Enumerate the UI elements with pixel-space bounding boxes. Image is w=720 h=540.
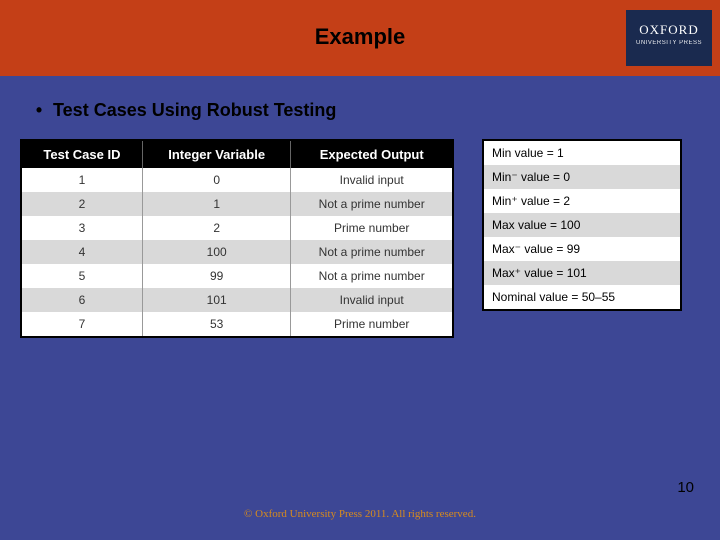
brand-name: OXFORD [626, 22, 712, 38]
bullet-icon: • [30, 100, 48, 121]
table-row: Min⁺ value = 2 [483, 189, 681, 213]
cell: 0 [142, 168, 290, 192]
copyright-footer: © Oxford University Press 2011. All righ… [0, 508, 720, 520]
cell: 4 [21, 240, 142, 264]
cell: 2 [142, 216, 290, 240]
table-row: Nominal value = 50–55 [483, 285, 681, 310]
cell: Max⁺ value = 101 [483, 261, 681, 285]
bullet-text: Test Cases Using Robust Testing [53, 100, 336, 120]
table-row: Max⁺ value = 101 [483, 261, 681, 285]
cell: Invalid input [291, 168, 453, 192]
table-row: Min value = 1 [483, 140, 681, 165]
table-row: Min⁻ value = 0 [483, 165, 681, 189]
page-number: 10 [677, 479, 694, 496]
brand-badge: OXFORD UNIVERSITY PRESS [626, 10, 712, 66]
cell: Nominal value = 50–55 [483, 285, 681, 310]
col-header: Test Case ID [21, 140, 142, 168]
cell: Min value = 1 [483, 140, 681, 165]
table-row: 3 2 Prime number [21, 216, 453, 240]
tables-wrapper: Test Case ID Integer Variable Expected O… [20, 139, 700, 338]
cell: 3 [21, 216, 142, 240]
cell: Not a prime number [291, 192, 453, 216]
cell: Min⁺ value = 2 [483, 189, 681, 213]
cell: Min⁻ value = 0 [483, 165, 681, 189]
table-row: 4 100 Not a prime number [21, 240, 453, 264]
cell: 53 [142, 312, 290, 337]
cell: Invalid input [291, 288, 453, 312]
cell: 99 [142, 264, 290, 288]
content-area: • Test Cases Using Robust Testing Test C… [0, 100, 720, 338]
cell: 101 [142, 288, 290, 312]
cell: Not a prime number [291, 264, 453, 288]
table-row: Max⁻ value = 99 [483, 237, 681, 261]
table-row: Max value = 100 [483, 213, 681, 237]
col-header: Expected Output [291, 140, 453, 168]
test-cases-table: Test Case ID Integer Variable Expected O… [20, 139, 454, 338]
cell: 5 [21, 264, 142, 288]
cell: 7 [21, 312, 142, 337]
cell: 1 [21, 168, 142, 192]
table-header-row: Test Case ID Integer Variable Expected O… [21, 140, 453, 168]
cell: Prime number [291, 312, 453, 337]
bullet-line: • Test Cases Using Robust Testing [30, 100, 700, 121]
table-row: 6 101 Invalid input [21, 288, 453, 312]
cell: 100 [142, 240, 290, 264]
brand-subtitle: UNIVERSITY PRESS [626, 40, 712, 46]
table-row: 1 0 Invalid input [21, 168, 453, 192]
table-row: 2 1 Not a prime number [21, 192, 453, 216]
cell: 6 [21, 288, 142, 312]
cell: Not a prime number [291, 240, 453, 264]
slide-title: Example [0, 24, 720, 50]
boundary-values-table: Min value = 1 Min⁻ value = 0 Min⁺ value … [482, 139, 682, 311]
cell: 1 [142, 192, 290, 216]
table-row: 7 53 Prime number [21, 312, 453, 337]
cell: 2 [21, 192, 142, 216]
cell: Max value = 100 [483, 213, 681, 237]
slide: Example OXFORD UNIVERSITY PRESS • Test C… [0, 0, 720, 540]
cell: Max⁻ value = 99 [483, 237, 681, 261]
cell: Prime number [291, 216, 453, 240]
table-row: 5 99 Not a prime number [21, 264, 453, 288]
col-header: Integer Variable [142, 140, 290, 168]
title-bar: Example OXFORD UNIVERSITY PRESS [0, 0, 720, 76]
